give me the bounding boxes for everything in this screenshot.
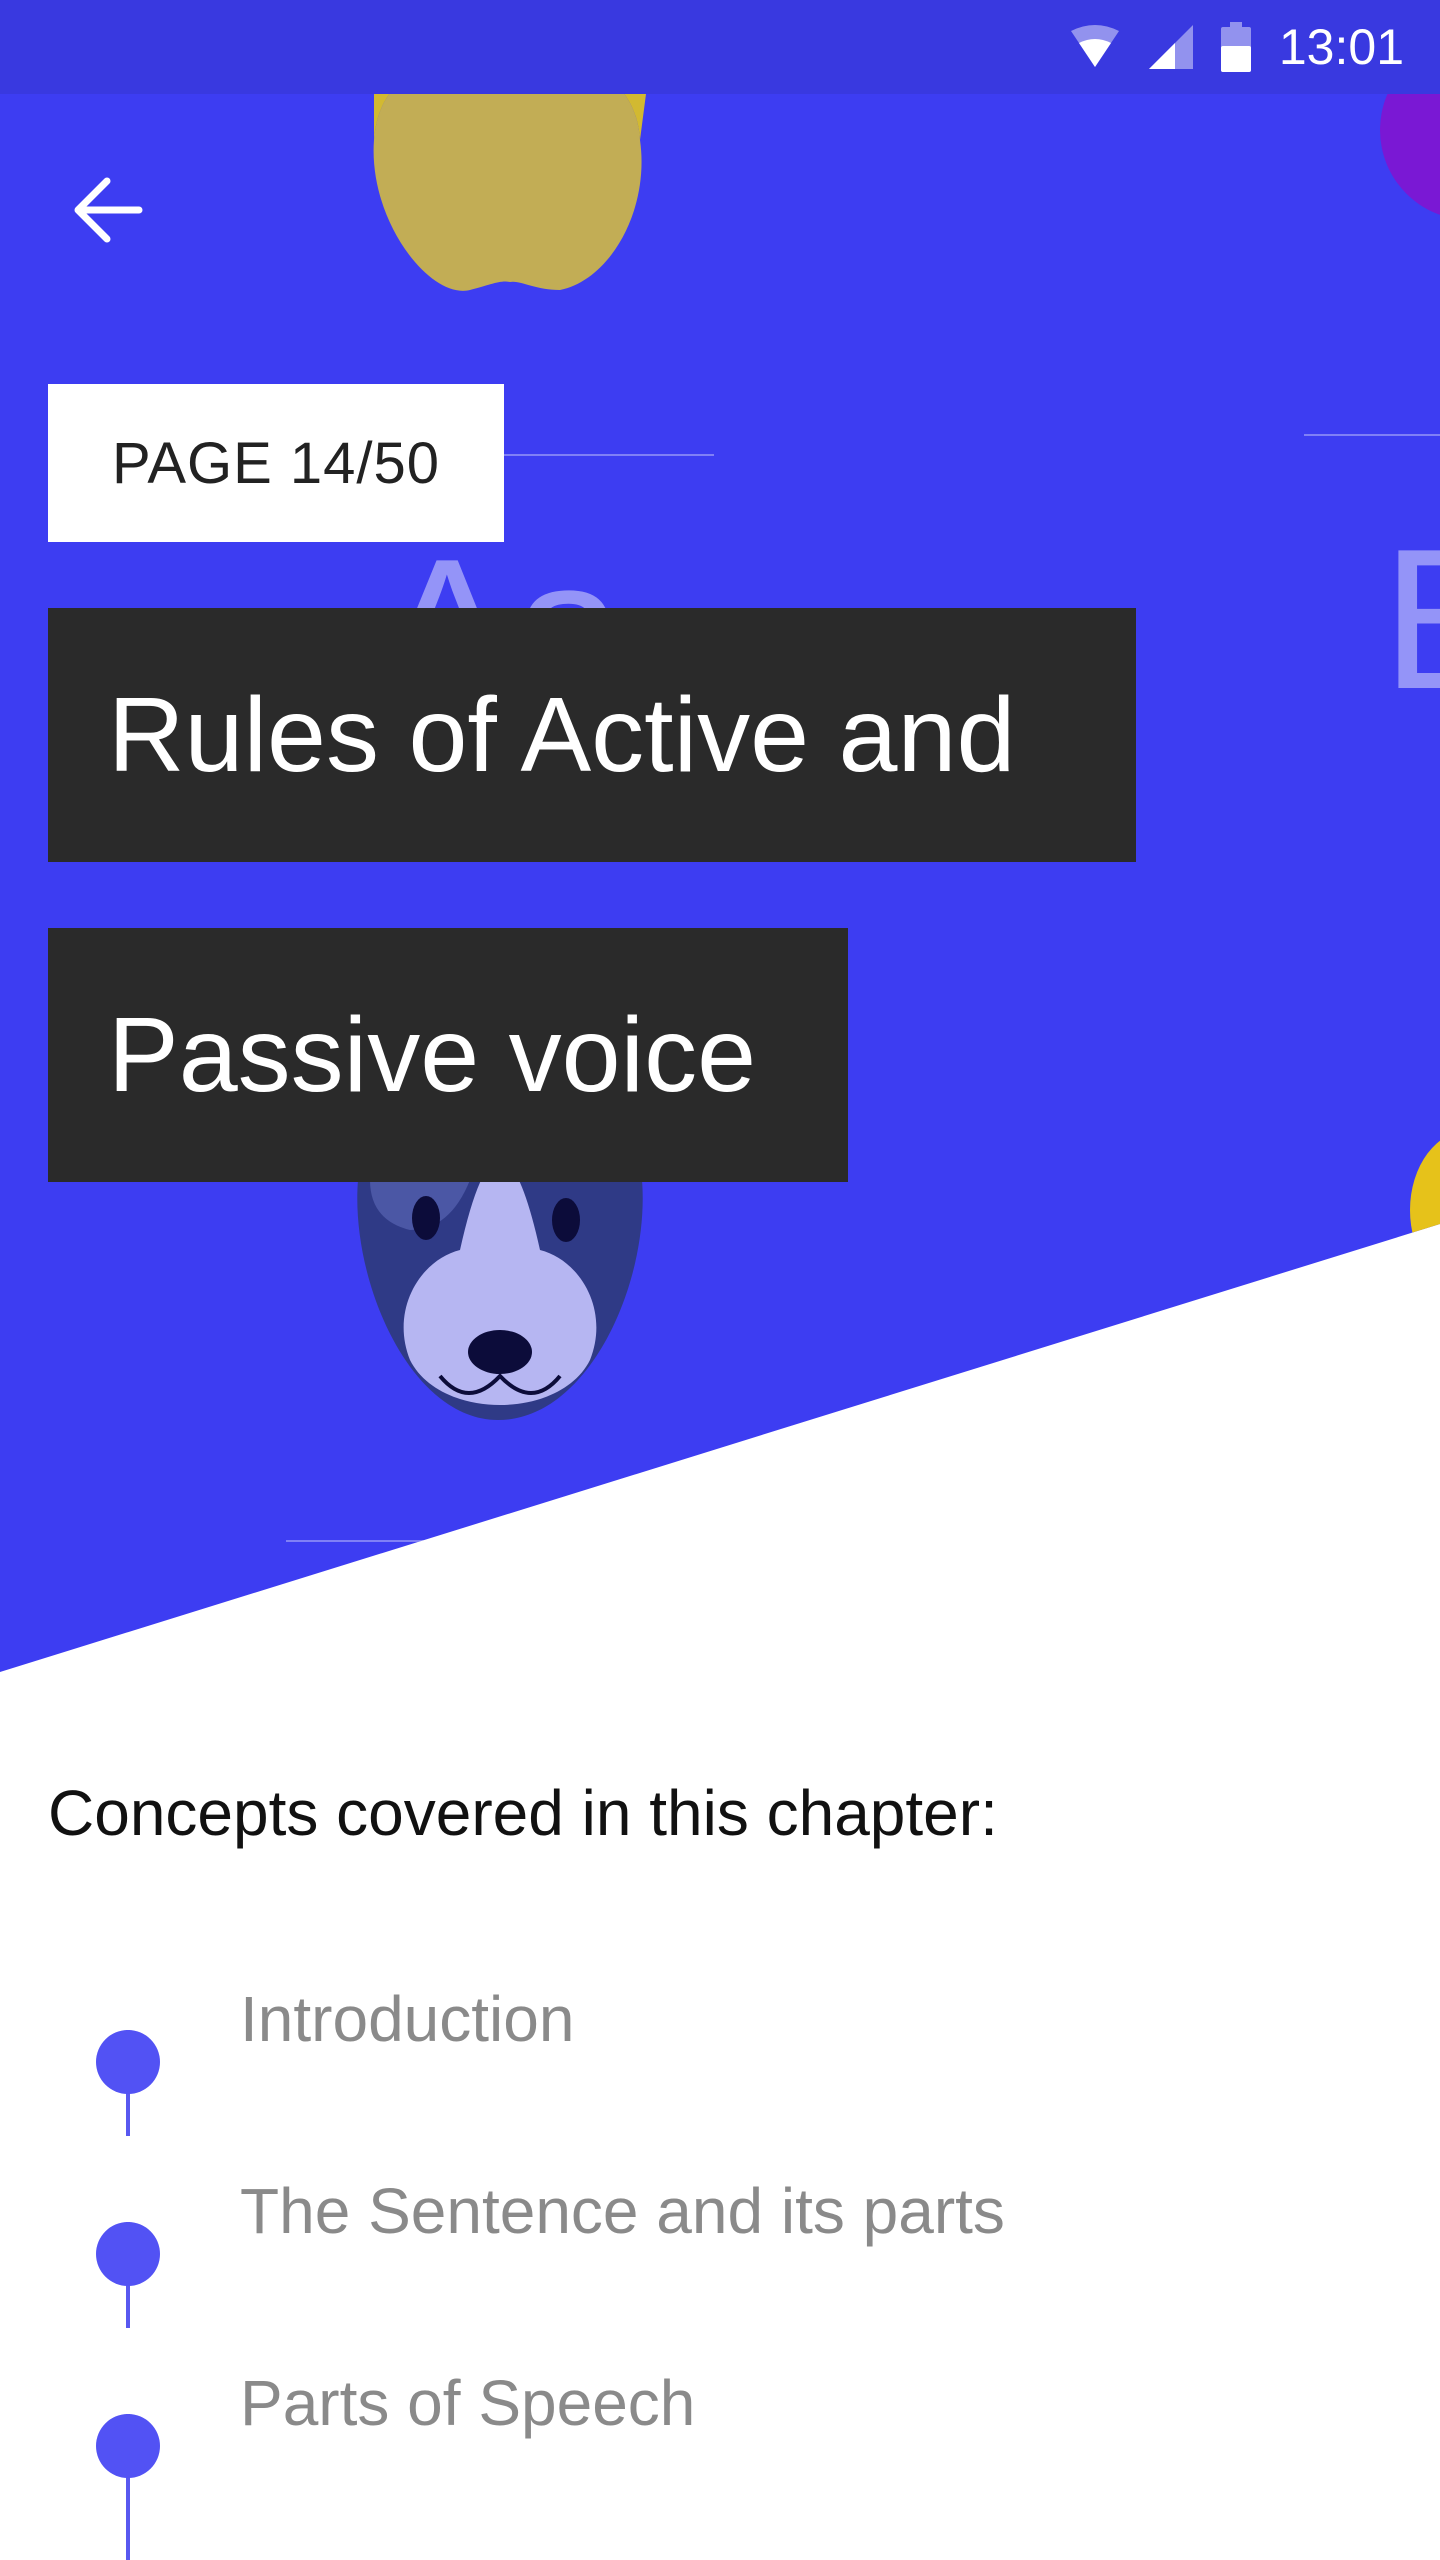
- concept-item-parts-of-speech[interactable]: Parts of Speech: [240, 2366, 695, 2440]
- concepts-timeline: Introduction The Sentence and its parts …: [0, 1920, 1440, 2560]
- battery-icon: [1220, 22, 1251, 72]
- cellular-signal-icon: [1148, 25, 1193, 69]
- chapter-title-line-1: Rules of Active and: [48, 608, 1136, 862]
- timeline-dot: [96, 2414, 160, 2478]
- back-button[interactable]: [66, 168, 150, 252]
- decorative-line: [286, 1540, 486, 1542]
- status-time: 13:01: [1278, 19, 1404, 75]
- page-indicator: PAGE 14/50: [48, 384, 504, 542]
- concept-item-introduction[interactable]: Introduction: [240, 1982, 574, 2056]
- timeline-dot: [96, 2222, 160, 2286]
- chapter-title-line-2: Passive voice: [48, 928, 848, 1182]
- decorative-letter-b: B: [1382, 520, 1440, 720]
- timeline-dot: [96, 2030, 160, 2094]
- yellow-blob-decoration: [1410, 1130, 1440, 1290]
- decorative-line: [480, 454, 714, 456]
- arrow-left-icon: [74, 177, 143, 243]
- concept-item-sentence-parts[interactable]: The Sentence and its parts: [240, 2174, 1005, 2248]
- concepts-heading: Concepts covered in this chapter:: [48, 1777, 998, 1849]
- wifi-icon: [1070, 25, 1119, 67]
- status-bar: 13:01: [0, 0, 1440, 94]
- decorative-line: [1304, 434, 1440, 436]
